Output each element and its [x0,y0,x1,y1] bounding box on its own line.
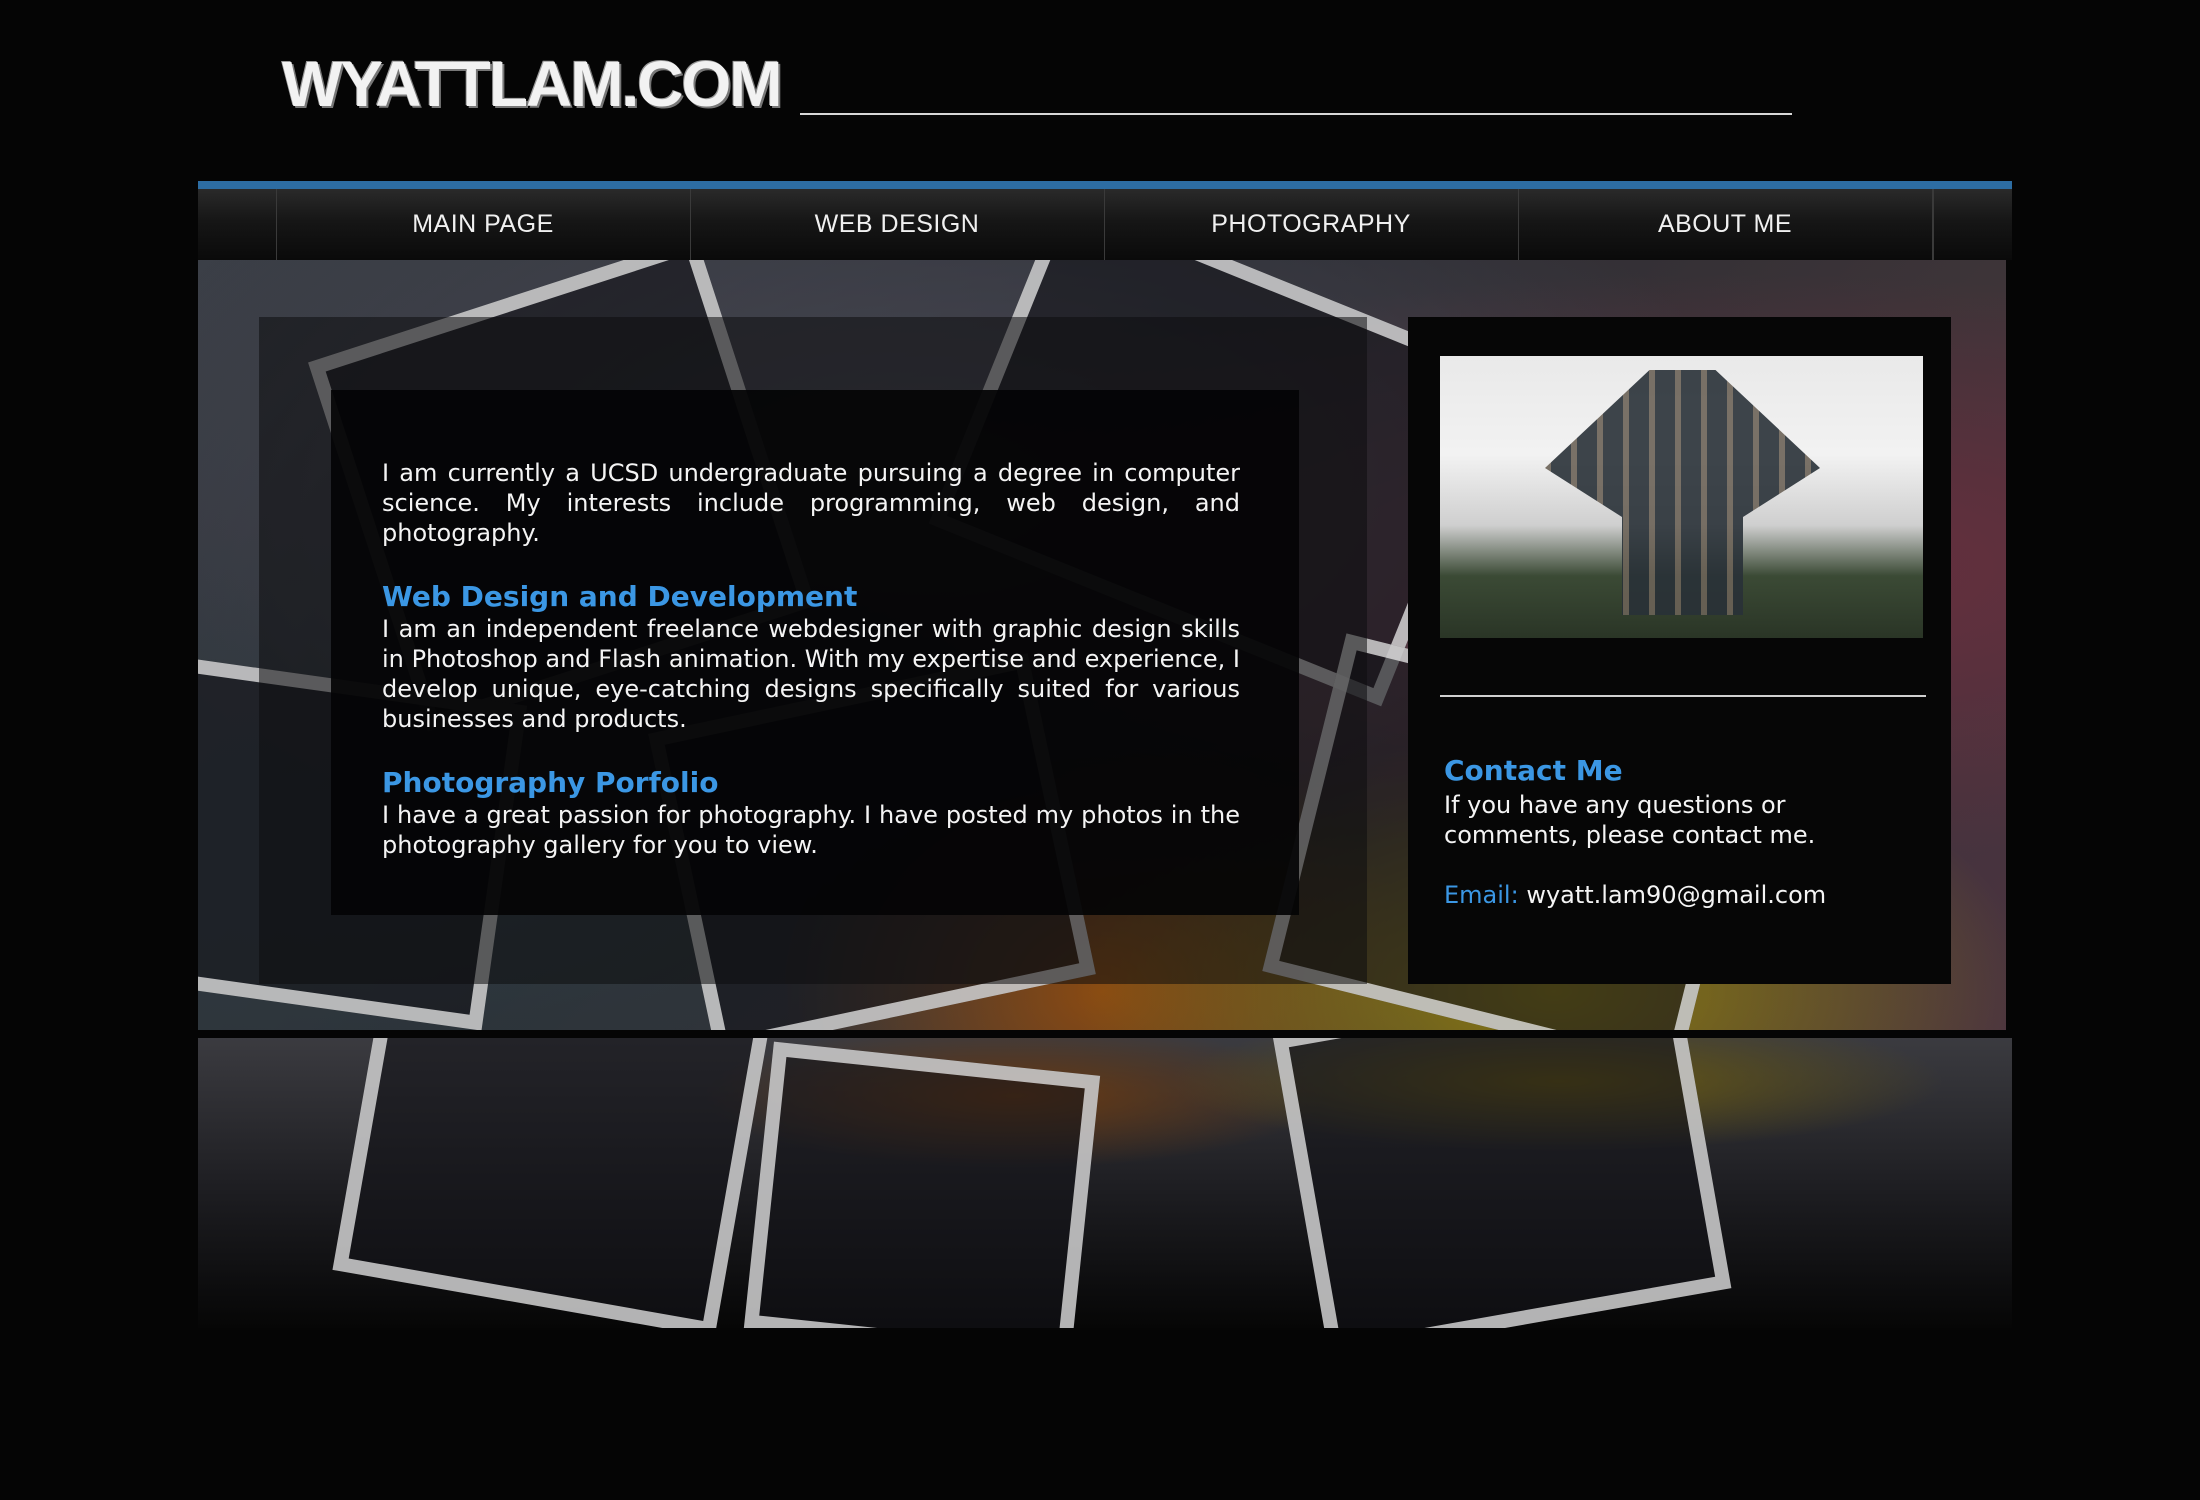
collage-photo-frame [1272,1038,1732,1328]
collage-photo-frame [743,1041,1101,1328]
main-navigation: MAIN PAGE WEB DESIGN PHOTOGRAPHY ABOUT M… [198,181,2012,260]
section-heading-photography: Photography Porfolio [382,766,719,799]
nav-item-main-page[interactable]: MAIN PAGE [276,189,691,260]
contact-email: Email: wyatt.lam90@gmail.com [1444,880,1826,910]
sidebar-divider [1440,695,1926,697]
email-link[interactable]: wyatt.lam90@gmail.com [1526,881,1826,909]
intro-paragraph: I am currently a UCSD undergraduate purs… [382,459,1240,547]
collage-divider [198,1030,2012,1038]
collage-photo-frame [332,1038,772,1328]
nav-item-photography[interactable]: PHOTOGRAPHY [1104,189,1519,260]
collage-reflection-image [198,1038,2012,1328]
email-label: Email: [1444,881,1519,909]
main-content: I am currently a UCSD undergraduate purs… [382,458,1240,860]
contact-heading: Contact Me [1444,754,1623,787]
nav-right-cap [1933,189,2012,260]
library-building-photo [1440,356,1923,638]
nav-item-web-design[interactable]: WEB DESIGN [690,189,1105,260]
site-logo[interactable]: WYATTLAM.COM [282,52,783,116]
section-body-photography: I have a great passion for photography. … [382,801,1240,859]
header-divider [800,113,1792,115]
section-heading-web-design: Web Design and Development [382,580,858,613]
nav-left-cap [198,189,277,260]
section-body-web-design: I am an independent freelance webdesigne… [382,615,1240,733]
contact-description: If you have any questions or comments, p… [1444,791,1816,849]
nav-item-about-me[interactable]: ABOUT ME [1518,189,1933,260]
building-illustration [1545,370,1820,615]
